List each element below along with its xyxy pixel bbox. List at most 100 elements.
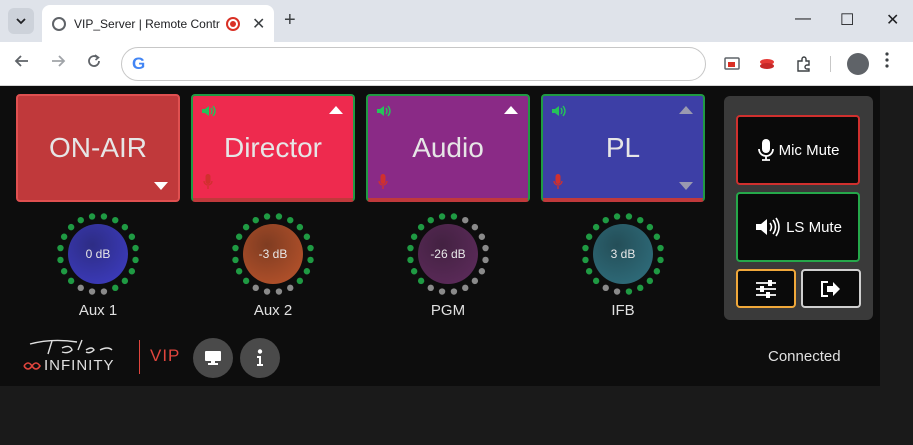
- knob-dial[interactable]: 3 dB: [581, 212, 665, 296]
- level-dot: [242, 223, 250, 231]
- toolbar-divider: [830, 56, 831, 72]
- extension-stack-icon[interactable]: [758, 55, 776, 73]
- level-dot: [60, 268, 68, 275]
- sliders-icon: [756, 279, 776, 298]
- level-dot: [450, 288, 458, 295]
- level-dot: [112, 284, 119, 292]
- level-dot: [252, 284, 259, 292]
- source-button-director[interactable]: Director: [191, 94, 355, 202]
- profile-avatar[interactable]: [847, 53, 869, 75]
- forward-button[interactable]: [50, 53, 66, 74]
- speaker-icon: [202, 105, 216, 117]
- tab-search-button[interactable]: [8, 8, 34, 34]
- level-dot: [585, 268, 593, 275]
- level-dot: [121, 277, 129, 285]
- more-menu-button[interactable]: [885, 52, 889, 73]
- arrow-left-icon: [14, 55, 28, 67]
- reload-button[interactable]: [86, 53, 102, 74]
- expand-up-icon[interactable]: [679, 106, 693, 114]
- level-dot: [646, 277, 654, 285]
- puzzle-icon[interactable]: [795, 55, 813, 73]
- display-button[interactable]: [193, 338, 233, 378]
- level-dot: [478, 268, 486, 275]
- level-dot: [121, 223, 129, 231]
- expand-up-icon[interactable]: [329, 106, 343, 114]
- level-dot: [57, 256, 64, 264]
- expand-down-icon[interactable]: [679, 182, 693, 190]
- knob-dial[interactable]: -3 dB: [231, 212, 315, 296]
- maximize-button[interactable]: ☐: [840, 10, 854, 30]
- new-tab-button[interactable]: +: [284, 9, 296, 32]
- browser-tab[interactable]: VIP_Server | Remote Control ✕: [42, 5, 274, 42]
- level-dot: [482, 256, 489, 264]
- level-dot: [410, 233, 418, 240]
- level-dot: [307, 244, 314, 252]
- level-dot: [478, 233, 486, 240]
- expand-up-icon[interactable]: [504, 106, 518, 114]
- recording-icon: [226, 16, 240, 31]
- level-dot: [410, 268, 418, 275]
- url-input[interactable]: [155, 56, 656, 72]
- tab-close-button[interactable]: ✕: [252, 14, 265, 34]
- source-button-on-air[interactable]: ON-AIR: [16, 94, 180, 202]
- logout-button[interactable]: [801, 269, 861, 308]
- knob-value: 0 dB: [86, 247, 111, 261]
- level-dot: [637, 216, 644, 224]
- knob-dial[interactable]: -26 dB: [406, 212, 490, 296]
- level-dot: [100, 213, 108, 220]
- level-dot: [582, 256, 589, 264]
- level-dot: [232, 244, 239, 252]
- level-dot: [417, 277, 425, 285]
- level-dot: [450, 213, 458, 220]
- level-dot: [417, 223, 425, 231]
- level-dot: [462, 216, 469, 224]
- level-dot: [471, 223, 479, 231]
- mic-mute-label: Mic Mute: [778, 141, 840, 159]
- info-icon: [257, 349, 263, 366]
- address-bar[interactable]: G: [121, 47, 706, 81]
- level-dot: [471, 277, 479, 285]
- knob-pgm[interactable]: -26 dB: [406, 212, 490, 296]
- close-window-button[interactable]: ✕: [886, 10, 899, 30]
- knob-aux-1[interactable]: 0 dB: [56, 212, 140, 296]
- level-dot: [653, 233, 661, 240]
- source-button-audio[interactable]: Audio: [366, 94, 530, 202]
- knob-value: -26 dB: [430, 247, 465, 261]
- knob-aux-2[interactable]: -3 dB: [231, 212, 315, 296]
- level-dot: [287, 284, 294, 292]
- level-dot: [235, 233, 243, 240]
- knob-label: Aux 2: [253, 302, 293, 319]
- level-dot: [232, 256, 239, 264]
- minimize-button[interactable]: —: [795, 10, 811, 28]
- microphone-icon: [378, 174, 388, 189]
- level-dot: [585, 233, 593, 240]
- level-dot: [407, 244, 414, 252]
- level-dot: [128, 233, 136, 240]
- tab-title: VIP_Server | Remote Control: [74, 16, 220, 31]
- speaker-icon: [756, 217, 780, 237]
- page-background: [0, 386, 913, 445]
- level-dot: [296, 277, 304, 285]
- knob-dial[interactable]: 0 dB: [56, 212, 140, 296]
- level-dot: [625, 288, 633, 295]
- level-dot: [287, 216, 294, 224]
- level-dot: [462, 284, 469, 292]
- cast-icon[interactable]: [723, 55, 741, 73]
- level-dot: [252, 216, 259, 224]
- logo-divider: [139, 340, 140, 374]
- info-button[interactable]: [240, 338, 280, 378]
- level-dot: [275, 288, 283, 295]
- mic-mute-button[interactable]: Mic Mute: [736, 115, 860, 185]
- knob-ifb[interactable]: 3 dB: [581, 212, 665, 296]
- level-dot: [242, 277, 250, 285]
- speaker-icon: [552, 105, 566, 117]
- level-dot: [100, 288, 108, 295]
- expand-down-icon[interactable]: [154, 182, 168, 190]
- ls-mute-label: LS Mute: [786, 218, 842, 236]
- control-panel: Mic Mute LS Mute: [724, 96, 873, 320]
- connection-status: Connected: [768, 348, 841, 365]
- settings-button[interactable]: [736, 269, 796, 308]
- ls-mute-button[interactable]: LS Mute: [736, 192, 860, 262]
- back-button[interactable]: [14, 53, 30, 74]
- source-button-pl[interactable]: PL: [541, 94, 705, 202]
